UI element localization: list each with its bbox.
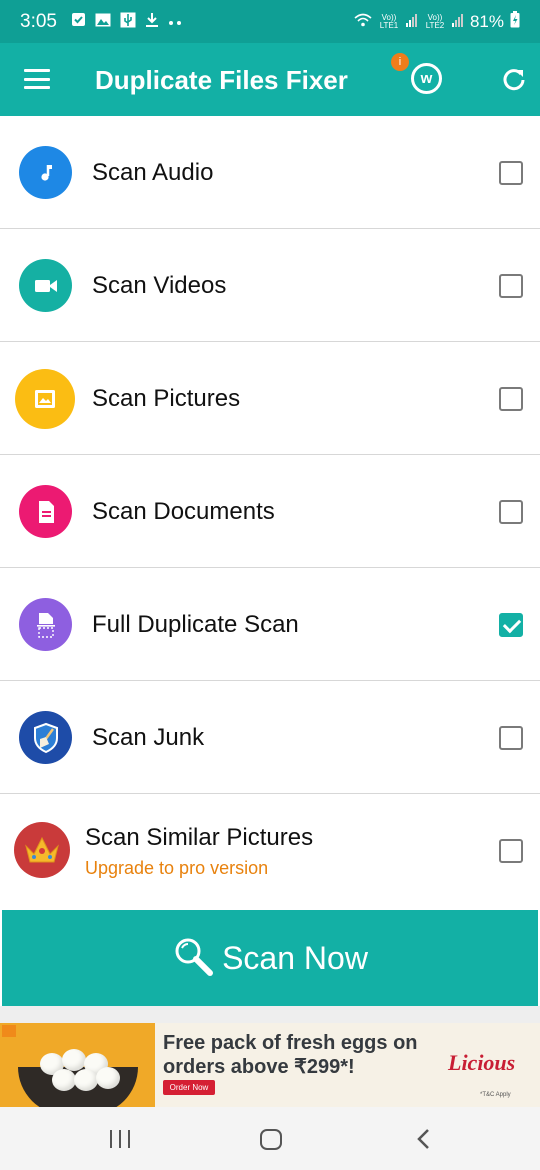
scan-option-label: Scan Pictures	[92, 385, 241, 412]
home-icon[interactable]	[260, 1129, 282, 1150]
scan-now-button[interactable]: Scan Now	[2, 910, 538, 1006]
full-duplicate-scan-checkbox[interactable]	[499, 613, 523, 637]
hamburger-menu-icon[interactable]	[24, 69, 50, 89]
scan-pictures-checkbox[interactable]	[499, 387, 523, 411]
scan-now-label: Scan Now	[222, 939, 368, 976]
signal2-icon	[451, 12, 464, 32]
scan-audio-checkbox[interactable]	[499, 161, 523, 185]
ad-brand-logo: Licious	[448, 1050, 516, 1075]
lte2-label: Vo)) LTE2	[425, 12, 445, 30]
scan-option-pictures[interactable]: Scan Pictures	[0, 342, 540, 455]
signal1-icon	[405, 12, 418, 32]
download-icon	[145, 12, 159, 31]
scan-option-junk[interactable]: Scan Junk	[0, 681, 540, 794]
gallery-notification-icon	[95, 13, 111, 31]
upgrade-pro-link[interactable]: Upgrade to pro version	[85, 858, 268, 879]
status-bar: 3:05 Vo)) LTE1 Vo)) LTE2 81%	[0, 0, 540, 43]
lte1-label: Vo)) LTE1	[379, 12, 399, 30]
ad-choices-icon	[2, 1025, 16, 1037]
music-note-icon	[19, 146, 72, 199]
back-icon[interactable]	[416, 1129, 430, 1149]
image-icon	[15, 369, 75, 429]
ad-order-now-button[interactable]: Order Now	[163, 1080, 215, 1095]
wifi-icon	[354, 12, 372, 32]
battery-icon	[510, 10, 520, 33]
status-time: 3:05	[20, 10, 57, 32]
usb-icon	[120, 12, 136, 32]
ad-banner[interactable]: Free pack of fresh eggs on orders above …	[0, 1023, 540, 1107]
battery-percent: 81%	[469, 11, 504, 31]
refresh-icon[interactable]	[501, 66, 527, 92]
check-notification-icon	[71, 12, 86, 31]
scan-options-list: Scan Audio Scan Videos Scan Pictures Sca…	[0, 116, 540, 910]
ad-eggs-image	[0, 1023, 155, 1107]
scan-option-full-duplicate[interactable]: Full Duplicate Scan	[0, 568, 540, 681]
crown-icon	[14, 822, 70, 878]
ad-headline-line1: Free pack of fresh eggs on	[163, 1032, 418, 1054]
scan-similar-pictures-checkbox[interactable]	[499, 839, 523, 863]
scan-option-videos[interactable]: Scan Videos	[0, 229, 540, 342]
ad-headline: Free pack of fresh eggs on orders above …	[163, 1031, 433, 1079]
app-title: Duplicate Files Fixer	[95, 65, 348, 95]
document-icon	[19, 485, 72, 538]
status-right: Vo)) LTE1 Vo)) LTE2 81%	[354, 10, 520, 33]
video-camera-icon	[19, 259, 72, 312]
ad-fine-print: *T&C Apply	[480, 1092, 511, 1098]
scan-option-similar-pictures[interactable]: Scan Similar Pictures Upgrade to pro ver…	[0, 794, 540, 910]
scan-option-label: Scan Videos	[92, 272, 227, 299]
scan-videos-checkbox[interactable]	[499, 274, 523, 298]
scan-junk-checkbox[interactable]	[499, 726, 523, 750]
scan-option-label: Full Duplicate Scan	[92, 611, 299, 638]
more-notifications-icon	[168, 13, 182, 30]
app-bar: Duplicate Files Fixer w i	[0, 43, 540, 116]
scan-option-audio[interactable]: Scan Audio	[0, 116, 540, 229]
scan-option-label: Scan Similar Pictures	[85, 824, 314, 851]
scan-documents-checkbox[interactable]	[499, 500, 523, 524]
scan-option-documents[interactable]: Scan Documents	[0, 455, 540, 568]
scan-option-label: Scan Junk	[92, 724, 205, 751]
info-badge: i	[391, 53, 409, 71]
broom-shield-icon	[19, 711, 72, 764]
ad-spacer	[0, 1006, 540, 1023]
scan-option-label: Scan Audio	[92, 159, 214, 186]
recent-apps-icon[interactable]	[110, 1130, 130, 1148]
scan-option-label: Scan Documents	[92, 498, 275, 525]
full-scan-icon	[19, 598, 72, 651]
notification-icons	[71, 12, 182, 32]
ad-headline-line2: orders above ₹299*!	[163, 1056, 355, 1078]
w-logo-icon[interactable]: w	[411, 63, 442, 94]
system-nav-bar	[0, 1107, 540, 1170]
magnifier-icon	[172, 935, 214, 982]
